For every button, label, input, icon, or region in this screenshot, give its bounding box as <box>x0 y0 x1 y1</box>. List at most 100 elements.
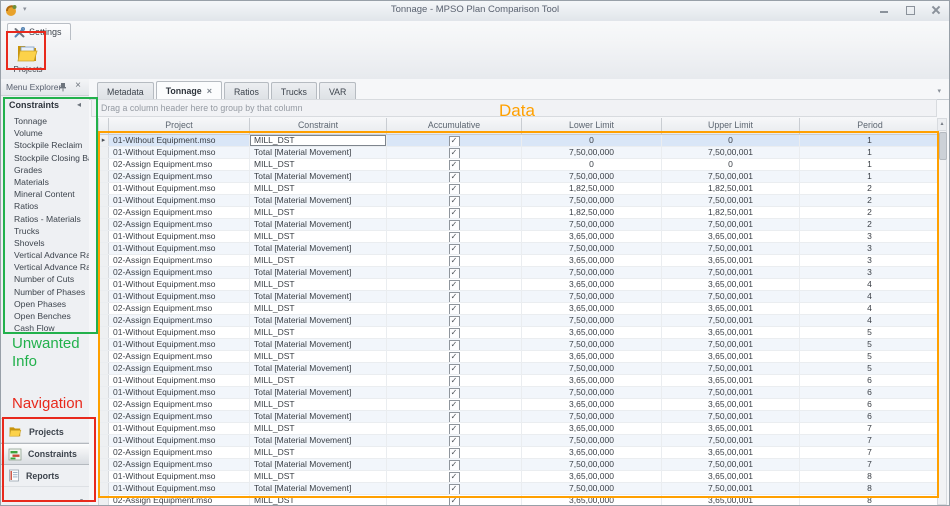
tab-trucks[interactable]: Trucks <box>271 82 317 100</box>
sidebar-item-volume[interactable]: Volume <box>1 127 89 139</box>
cell-accumulative[interactable]: ✓ <box>387 243 522 254</box>
accumulative-checkbox[interactable]: ✓ <box>449 448 460 458</box>
sidebar-item-ratios-materials[interactable]: Ratios - Materials <box>1 213 89 225</box>
cell-lower[interactable]: 7,50,00,000 <box>522 387 662 398</box>
cell-constraint[interactable]: MILL_DST <box>250 159 387 170</box>
sidebar-item-mineral-content[interactable]: Mineral Content <box>1 188 89 200</box>
cell-constraint[interactable]: Total [Material Movement] <box>250 243 387 254</box>
nav-item-constraints[interactable]: Constraints <box>1 443 89 465</box>
vertical-scrollbar[interactable]: ▴ <box>937 118 947 505</box>
accumulative-checkbox[interactable]: ✓ <box>449 412 460 422</box>
cell-upper[interactable]: 7,50,00,001 <box>662 459 800 470</box>
cell-lower[interactable]: 7,50,00,000 <box>522 267 662 278</box>
cell-constraint[interactable]: MILL_DST <box>250 135 387 146</box>
accumulative-checkbox[interactable]: ✓ <box>449 376 460 386</box>
accumulative-checkbox[interactable]: ✓ <box>449 316 460 326</box>
cell-project[interactable]: 02-Assign Equipment.mso <box>109 219 250 230</box>
cell-period[interactable]: 3 <box>800 231 940 242</box>
tab-settings[interactable]: Settings <box>7 23 71 40</box>
cell-period[interactable]: 2 <box>800 195 940 206</box>
tab-var[interactable]: VAR <box>319 82 356 100</box>
cell-constraint[interactable]: Total [Material Movement] <box>250 291 387 302</box>
cell-project[interactable]: 01-Without Equipment.mso <box>109 339 250 350</box>
cell-project[interactable]: 02-Assign Equipment.mso <box>109 363 250 374</box>
cell-period[interactable]: 8 <box>800 495 940 506</box>
accumulative-checkbox[interactable]: ✓ <box>449 292 460 302</box>
cell-period[interactable]: 7 <box>800 447 940 458</box>
panel-close-icon[interactable]: × <box>75 81 81 91</box>
accumulative-checkbox[interactable]: ✓ <box>449 148 460 158</box>
cell-upper[interactable]: 7,50,00,001 <box>662 267 800 278</box>
cell-upper[interactable]: 3,65,00,001 <box>662 255 800 266</box>
accumulative-checkbox[interactable]: ✓ <box>449 280 460 290</box>
sidebar-item-shovels[interactable]: Shovels <box>1 237 89 249</box>
cell-accumulative[interactable]: ✓ <box>387 303 522 314</box>
cell-lower[interactable]: 1,82,50,000 <box>522 207 662 218</box>
column-header-project[interactable]: Project <box>109 118 250 134</box>
cell-lower[interactable]: 0 <box>522 159 662 170</box>
cell-upper[interactable]: 3,65,00,001 <box>662 327 800 338</box>
cell-period[interactable]: 2 <box>800 219 940 230</box>
cell-period[interactable]: 4 <box>800 279 940 290</box>
cell-constraint[interactable]: MILL_DST <box>250 303 387 314</box>
cell-upper[interactable]: 7,50,00,001 <box>662 219 800 230</box>
accumulative-checkbox[interactable]: ✓ <box>449 196 460 206</box>
cell-period[interactable]: 6 <box>800 375 940 386</box>
table-row[interactable]: 01-Without Equipment.msoMILL_DST✓1,82,50… <box>99 183 940 195</box>
table-row[interactable]: 01-Without Equipment.msoMILL_DST✓3,65,00… <box>99 471 940 483</box>
cell-accumulative[interactable]: ✓ <box>387 135 522 146</box>
cell-upper[interactable]: 7,50,00,001 <box>662 243 800 254</box>
table-row[interactable]: 01-Without Equipment.msoTotal [Material … <box>99 243 940 255</box>
cell-lower[interactable]: 7,50,00,000 <box>522 243 662 254</box>
cell-project[interactable]: 02-Assign Equipment.mso <box>109 447 250 458</box>
sidebar-item-stockpile-reclaim[interactable]: Stockpile Reclaim <box>1 139 89 151</box>
cell-period[interactable]: 5 <box>800 363 940 374</box>
cell-project[interactable]: 02-Assign Equipment.mso <box>109 171 250 182</box>
cell-project[interactable]: 02-Assign Equipment.mso <box>109 207 250 218</box>
cell-period[interactable]: 4 <box>800 303 940 314</box>
cell-upper[interactable]: 0 <box>662 159 800 170</box>
cell-project[interactable]: 02-Assign Equipment.mso <box>109 267 250 278</box>
sidebar-item-tonnage[interactable]: Tonnage <box>1 115 89 127</box>
cell-lower[interactable]: 3,65,00,000 <box>522 423 662 434</box>
cell-lower[interactable]: 7,50,00,000 <box>522 315 662 326</box>
accumulative-checkbox[interactable]: ✓ <box>449 184 460 194</box>
table-row[interactable]: 02-Assign Equipment.msoMILL_DST✓3,65,00,… <box>99 447 940 459</box>
table-row[interactable]: 02-Assign Equipment.msoMILL_DST✓3,65,00,… <box>99 303 940 315</box>
cell-accumulative[interactable]: ✓ <box>387 411 522 422</box>
cell-upper[interactable]: 3,65,00,001 <box>662 279 800 290</box>
table-row[interactable]: 01-Without Equipment.msoTotal [Material … <box>99 147 940 159</box>
accumulative-checkbox[interactable]: ✓ <box>449 244 460 254</box>
table-row[interactable]: ▸01-Without Equipment.msoMILL_DST✓001 <box>99 135 940 147</box>
cell-period[interactable]: 1 <box>800 159 940 170</box>
accumulative-checkbox[interactable]: ✓ <box>449 400 460 410</box>
accumulative-checkbox[interactable]: ✓ <box>449 472 460 482</box>
pin-icon[interactable] <box>59 82 67 92</box>
cell-period[interactable]: 3 <box>800 267 940 278</box>
table-row[interactable]: 02-Assign Equipment.msoTotal [Material M… <box>99 459 940 471</box>
table-row[interactable]: 02-Assign Equipment.msoTotal [Material M… <box>99 267 940 279</box>
tabstrip-dropdown-icon[interactable]: ▾ <box>937 87 941 95</box>
sidebar-item-grades[interactable]: Grades <box>1 164 89 176</box>
table-row[interactable]: 01-Without Equipment.msoTotal [Material … <box>99 291 940 303</box>
cell-lower[interactable]: 3,65,00,000 <box>522 255 662 266</box>
cell-accumulative[interactable]: ✓ <box>387 183 522 194</box>
cell-accumulative[interactable]: ✓ <box>387 351 522 362</box>
constraints-group-header[interactable]: Constraints ◂ <box>1 98 89 113</box>
cell-accumulative[interactable]: ✓ <box>387 147 522 158</box>
cell-upper[interactable]: 3,65,00,001 <box>662 495 800 506</box>
nav-item-reports[interactable]: Reports <box>1 465 89 487</box>
cell-lower[interactable]: 3,65,00,000 <box>522 303 662 314</box>
cell-lower[interactable]: 7,50,00,000 <box>522 147 662 158</box>
cell-accumulative[interactable]: ✓ <box>387 195 522 206</box>
cell-lower[interactable]: 7,50,00,000 <box>522 435 662 446</box>
cell-upper[interactable]: 7,50,00,001 <box>662 387 800 398</box>
sidebar-item-vertical-advance-rates-[interactable]: Vertical Advance Rates -... <box>1 261 89 273</box>
cell-project[interactable]: 01-Without Equipment.mso <box>109 291 250 302</box>
cell-project[interactable]: 01-Without Equipment.mso <box>109 483 250 494</box>
column-header-constraint[interactable]: Constraint <box>250 118 387 134</box>
accumulative-checkbox[interactable]: ✓ <box>449 268 460 278</box>
nav-overflow-icon[interactable]: ▾ <box>80 497 83 504</box>
cell-upper[interactable]: 3,65,00,001 <box>662 423 800 434</box>
cell-project[interactable]: 02-Assign Equipment.mso <box>109 495 250 506</box>
